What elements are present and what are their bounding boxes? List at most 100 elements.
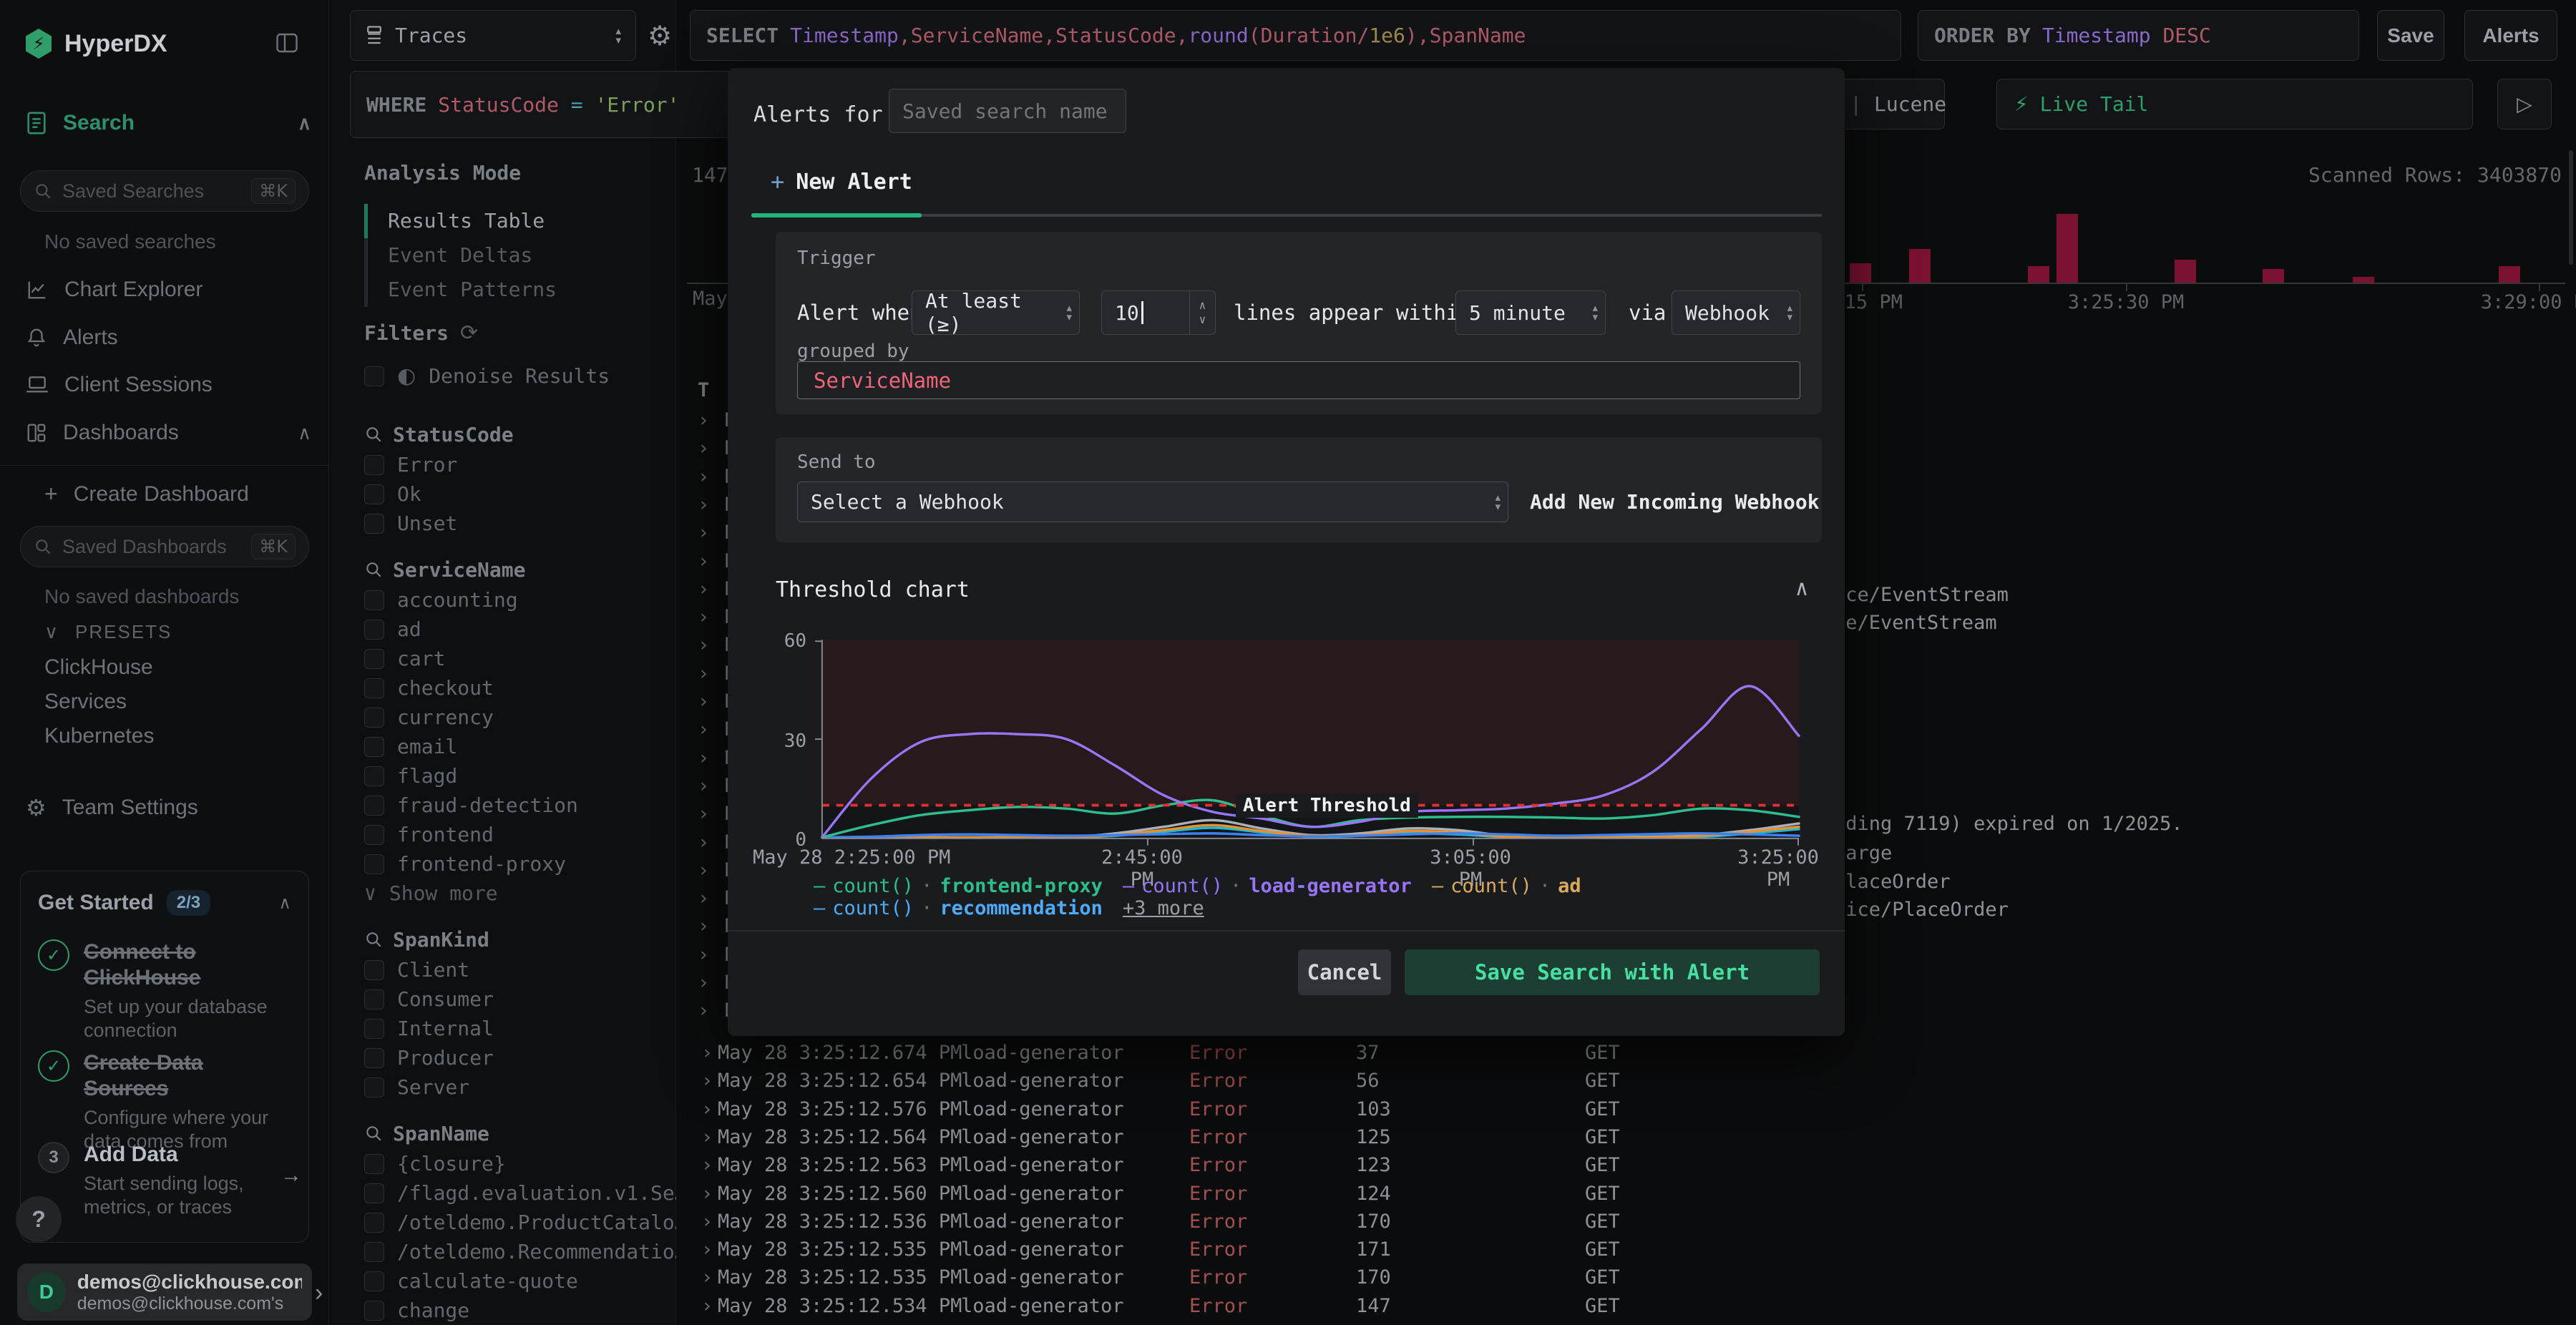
number-stepper[interactable]: ∧ ∨ (1189, 291, 1215, 334)
table-row[interactable]: › May 28 3:25:12.654 PM load-generator Erro… (676, 1067, 2576, 1095)
table-row[interactable]: › May 28 3:25:12.564 PM load-generator Erro… (676, 1123, 2576, 1151)
legend-item[interactable]: — count() · frontend-proxy (814, 875, 1103, 897)
grouped-by-input[interactable]: ServiceName (797, 361, 1800, 399)
row-expand-icon[interactable]: › (701, 1095, 713, 1123)
webhook-select[interactable]: Select a Webhook ▴ ▾ (797, 481, 1508, 522)
cell-status-code: Error (1189, 1125, 1248, 1148)
get-started-step-1[interactable]: ✓ Connect to ClickHouse Set up your datab… (38, 939, 291, 1042)
table-row[interactable]: › May 28 3:25:12.560 PM load-generator Erro… (676, 1180, 2576, 1208)
chevron-up-icon[interactable]: ∧ (278, 893, 291, 914)
filter-checkbox-item[interactable]: Client (364, 955, 658, 984)
sidebar-item-chart-explorer[interactable]: Chart Explorer (26, 278, 203, 302)
filter-checkbox-item[interactable]: Error (364, 450, 658, 479)
time-window-select[interactable]: 5 minute ▴ ▾ (1455, 290, 1606, 335)
row-expand-icon[interactable]: › (701, 1263, 713, 1291)
preset-services[interactable]: Services (44, 690, 127, 714)
filter-checkbox-item[interactable]: email (364, 732, 658, 761)
analysis-tab-event-patterns[interactable]: Event Patterns (364, 273, 650, 307)
user-profile[interactable]: D demos@clickhouse.com demos@clickhouse.… (17, 1263, 312, 1321)
table-row[interactable]: › May 28 3:25:12.535 PM load-generator Erro… (676, 1263, 2576, 1291)
filter-checkbox-item[interactable]: {closure} (364, 1149, 658, 1178)
source-select[interactable]: Traces ▴ ▾ (350, 10, 636, 61)
denoise-icon: ◐ (397, 363, 416, 388)
threshold-value-input[interactable]: 10 ∧ ∨ (1101, 290, 1216, 335)
row-expand-icon[interactable]: › (701, 1208, 713, 1236)
filter-checkbox-item[interactable]: Internal (364, 1014, 658, 1043)
table-row[interactable]: › May 28 3:25:12.563 PM load-generator Erro… (676, 1151, 2576, 1179)
row-expand-icon[interactable]: › (701, 1067, 713, 1095)
filter-item-label: Client (397, 958, 470, 982)
table-row[interactable]: › May 28 3:25:12.535 PM load-generator Erro… (676, 1236, 2576, 1263)
legend-item[interactable]: — count() · load-generator (1123, 875, 1412, 897)
filter-checkbox-item[interactable]: ad (364, 615, 658, 644)
sidebar-item-client-sessions[interactable]: Client Sessions (26, 373, 213, 397)
row-expand-icon[interactable]: › (701, 1123, 713, 1151)
gear-icon[interactable]: ⚙ (648, 20, 672, 52)
row-expand-icon[interactable]: › (701, 1236, 713, 1263)
condition-select[interactable]: At least (≥) ▴ ▾ (912, 289, 1080, 336)
show-more-button[interactable]: ∨ Show more (364, 879, 658, 908)
filter-checkbox-item[interactable]: change (364, 1296, 658, 1325)
refresh-icon[interactable]: ⟳ (460, 321, 478, 346)
row-expand-icon[interactable]: › (701, 1151, 713, 1179)
legend-more-link[interactable]: +3 more (1123, 897, 1204, 919)
filter-checkbox-item[interactable]: Consumer (364, 984, 658, 1014)
save-search-with-alert-button[interactable]: Save Search with Alert (1405, 949, 1820, 995)
table-row[interactable]: › May 28 3:25:12.536 PM load-generator Erro… (676, 1208, 2576, 1236)
analysis-tab-event-deltas[interactable]: Event Deltas (364, 238, 650, 273)
saved-searches-input[interactable]: Saved Searches ⌘K (20, 170, 309, 212)
cell-duration: 147 (1356, 1294, 1391, 1317)
filter-checkbox-item[interactable]: frontend (364, 820, 658, 849)
logo[interactable]: ⚡ HyperDX (26, 29, 167, 59)
sidebar-item-team-settings[interactable]: ⚙ Team Settings (26, 794, 198, 821)
sidebar-collapse-icon[interactable] (273, 30, 301, 56)
add-webhook-link[interactable]: Add New Incoming Webhook (1530, 481, 1820, 522)
sidebar-item-dashboards[interactable]: Dashboards ∧ (26, 421, 311, 445)
filter-checkbox-item[interactable]: Producer (364, 1043, 658, 1072)
row-expand-icon[interactable]: › (701, 1039, 713, 1067)
filter-item-label: /oteldemo.ProductCatalo… (397, 1211, 687, 1234)
chevron-right-icon[interactable]: › (315, 1279, 323, 1307)
filter-checkbox-item[interactable]: frontend-proxy (364, 849, 658, 879)
preset-clickhouse[interactable]: ClickHouse (44, 655, 153, 680)
legend-item[interactable]: — count() · recommendation (814, 897, 1103, 919)
preset-kubernetes[interactable]: Kubernetes (44, 724, 154, 748)
filter-checkbox-item[interactable]: calculate-quote (364, 1266, 658, 1296)
filter-checkbox-item[interactable]: /oteldemo.Recommendatio… (364, 1237, 687, 1266)
filter-checkbox-item[interactable]: Ok (364, 479, 658, 509)
help-button[interactable]: ? (16, 1196, 62, 1242)
table-row[interactable]: › May 28 3:25:12.674 PM load-generator Erro… (676, 1039, 2576, 1067)
get-started-step-3[interactable]: 3 Add Data Start sending logs, metrics, o… (38, 1142, 302, 1219)
channel-select[interactable]: Webhook ▴ ▾ (1672, 290, 1800, 335)
filter-checkbox-item[interactable]: accounting (364, 585, 658, 615)
table-row[interactable]: › May 28 3:25:12.576 PM load-generator Erro… (676, 1095, 2576, 1123)
filter-checkbox-item[interactable]: fraud-detection (364, 791, 658, 820)
sidebar-item-alerts[interactable]: Alerts (26, 326, 118, 350)
sidebar-item-search[interactable]: Search ∧ (26, 111, 311, 135)
table-row[interactable]: › May 28 3:25:12.534 PM load-generator Erro… (676, 1292, 2576, 1320)
saved-search-name-input[interactable] (889, 89, 1126, 133)
denoise-results-checkbox[interactable]: ◐ Denoise Results (364, 361, 610, 391)
filter-checkbox-item[interactable]: Server (364, 1072, 658, 1102)
cancel-button[interactable]: Cancel (1298, 949, 1391, 995)
row-expand-icon[interactable]: › (701, 1292, 713, 1320)
legend-item[interactable]: — count() · ad (1432, 875, 1581, 897)
analysis-tab-results-table[interactable]: Results Table (364, 204, 650, 238)
collapse-chart-icon[interactable]: ∧ (1795, 576, 1808, 601)
filter-item-label: Ok (397, 482, 421, 506)
filter-checkbox-item[interactable]: flagd (364, 761, 658, 791)
get-started-step-2[interactable]: ✓ Create Data Sources Configure where you… (38, 1050, 291, 1153)
filter-checkbox-item[interactable]: checkout (364, 673, 658, 703)
filter-checkbox-item[interactable]: currency (364, 703, 658, 732)
row-expand-icon[interactable]: › (701, 1180, 713, 1208)
create-dashboard-button[interactable]: + Create Dashboard (44, 481, 249, 507)
scrollbar-thumb[interactable] (2569, 150, 2573, 265)
filter-checkbox-item[interactable]: /oteldemo.ProductCatalo… (364, 1208, 687, 1237)
presets-toggle[interactable]: ∨ PRESETS (44, 621, 172, 643)
tab-new-alert[interactable]: + New Alert (771, 168, 912, 195)
filter-checkbox-item[interactable]: cart (364, 644, 658, 673)
filter-checkbox-item[interactable]: /flagd.evaluation.v1.Se… (364, 1178, 687, 1208)
check-circle-icon: ✓ (38, 1050, 69, 1082)
filter-checkbox-item[interactable]: Unset (364, 509, 658, 538)
saved-dashboards-input[interactable]: Saved Dashboards ⌘K (20, 526, 309, 567)
